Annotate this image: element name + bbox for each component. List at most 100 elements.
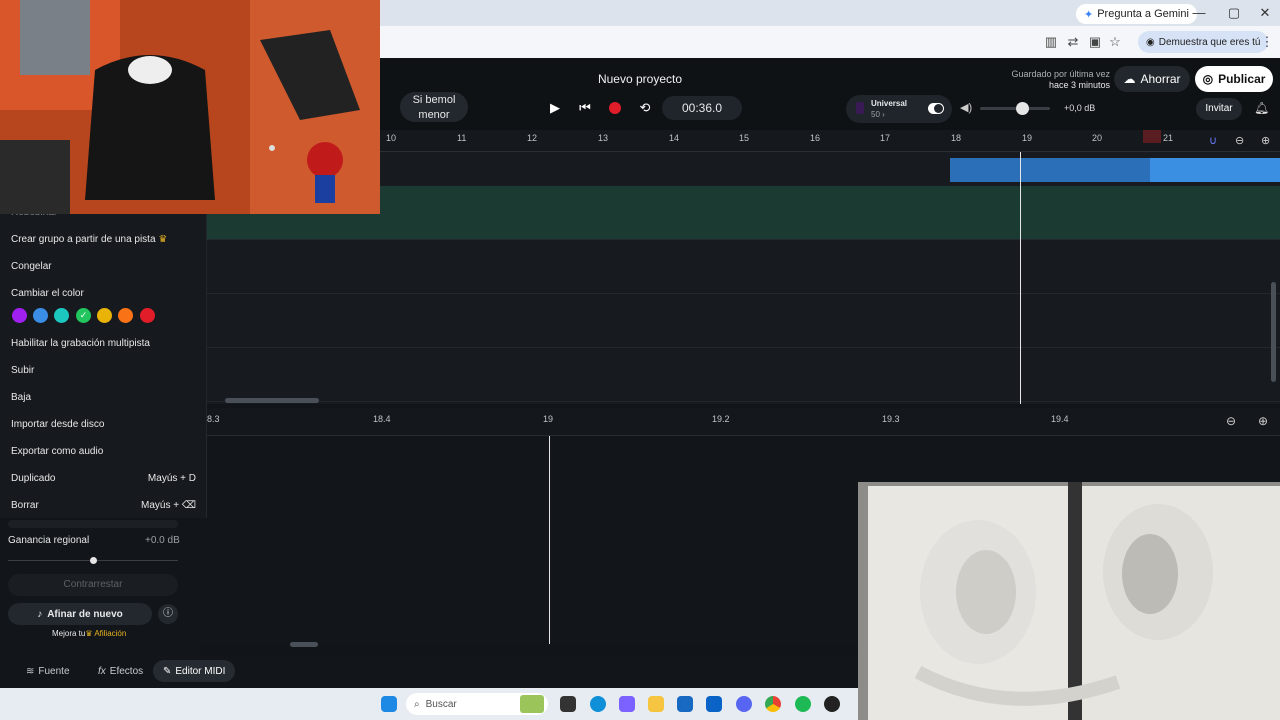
cast-icon[interactable]: ▣: [1086, 33, 1104, 51]
store-icon[interactable]: [677, 696, 693, 712]
horizontal-scrollbar[interactable]: [225, 398, 319, 403]
editor-playhead[interactable]: [549, 436, 550, 644]
reader-icon[interactable]: ▥: [1042, 33, 1060, 51]
menu-item-delete[interactable]: Borrar: [11, 500, 39, 511]
bookmark-star-icon[interactable]: ☆: [1106, 33, 1124, 51]
menu-item-duplicate[interactable]: Duplicado: [11, 473, 55, 484]
close-window-button[interactable]: ✕: [1250, 3, 1280, 23]
zoom-in-icon[interactable]: ⊕: [1261, 134, 1270, 147]
translate-icon[interactable]: ⇄: [1064, 33, 1082, 51]
color-swatch[interactable]: [97, 308, 112, 323]
audio-region[interactable]: [950, 158, 1150, 182]
color-swatch[interactable]: [118, 308, 133, 323]
editor-ruler[interactable]: 8.3 18.4 19 19.2 19.3 19.4 ⊖ ⊕: [207, 408, 1280, 436]
menu-item-change-color: Cambiar el color: [11, 288, 84, 299]
app-icon[interactable]: [824, 696, 840, 712]
invite-button[interactable]: Invitar: [1196, 98, 1242, 120]
affiliation-link[interactable]: Afiliación: [94, 629, 126, 638]
playhead[interactable]: [1020, 152, 1021, 404]
track-lane[interactable]: [207, 294, 1280, 348]
minimize-button[interactable]: —: [1184, 3, 1214, 23]
edge-icon[interactable]: [590, 696, 606, 712]
tab-midi-editor[interactable]: ✎ Editor MIDI: [153, 660, 236, 682]
gain-slider[interactable]: [8, 557, 178, 564]
gain-label: Ganancia regional: [8, 535, 90, 546]
record-button[interactable]: [604, 97, 626, 119]
track-lane[interactable]: [207, 240, 1280, 294]
discord-icon[interactable]: [736, 696, 752, 712]
chrome-icon[interactable]: [765, 696, 781, 712]
volume-slider[interactable]: [980, 102, 1050, 115]
zoom-in-icon[interactable]: ⊕: [1258, 414, 1268, 428]
crown-icon: ♛: [158, 234, 168, 245]
vertical-scrollbar[interactable]: [1271, 282, 1276, 382]
menu-item-export-audio[interactable]: Exportar como audio: [11, 446, 103, 457]
tab-effects[interactable]: fx Efectos: [88, 660, 153, 682]
color-swatch-selected[interactable]: ✓: [76, 308, 91, 323]
track-lane[interactable]: [207, 348, 1280, 402]
gemini-button[interactable]: ✦ Pregunta a Gemini: [1076, 4, 1197, 24]
fx-toggle[interactable]: [928, 103, 944, 114]
audio-region[interactable]: [1150, 158, 1280, 182]
ruler-tick: 19: [1022, 133, 1033, 143]
ruler-tick: 21: [1163, 133, 1174, 143]
ruler-tick: 12: [527, 133, 538, 143]
loop-icon[interactable]: ⟲: [634, 97, 656, 119]
search-icon: ⌕: [414, 698, 420, 710]
play-icon[interactable]: ▶: [544, 97, 566, 119]
menu-item-multitrack-recording[interactable]: Habilitar la grabación multipista: [11, 338, 150, 349]
copilot-icon[interactable]: [619, 696, 635, 712]
menu-item-create-group[interactable]: Crear grupo a partir de una pista ♛: [11, 234, 167, 245]
color-swatch[interactable]: [33, 308, 48, 323]
globe-icon: ◎: [1202, 72, 1214, 86]
source-icon: ≋: [26, 665, 35, 677]
zoom-out-icon[interactable]: ⊖: [1235, 134, 1244, 147]
shield-icon: ◉: [1146, 36, 1155, 48]
skip-start-icon[interactable]: ⏮: [574, 97, 596, 119]
ruler-tick: 17: [880, 133, 891, 143]
bell-icon[interactable]: 🔔︎: [1254, 101, 1269, 115]
retune-button[interactable]: ♪ Afinar de nuevo: [8, 603, 152, 625]
outlook-icon[interactable]: [706, 696, 722, 712]
file-explorer-icon[interactable]: [648, 696, 664, 712]
menu-item-move-down[interactable]: Baja: [11, 392, 31, 403]
magnet-icon[interactable]: ∪: [1209, 134, 1217, 147]
menu-item-freeze[interactable]: Congelar: [11, 261, 52, 272]
speaker-icon[interactable]: ◀): [960, 101, 972, 114]
ruler-tick: 18.4: [373, 414, 391, 424]
tune-icon: ♪: [37, 608, 43, 620]
taskbar-search[interactable]: ⌕ Buscar: [406, 693, 548, 715]
context-menu: Rebobinar Crear grupo a partir de una pi…: [0, 206, 207, 518]
save-button[interactable]: ☁ Ahorrar: [1114, 66, 1190, 92]
volume-readout: +0,0 dB: [1064, 103, 1096, 113]
editor-scrollbar[interactable]: [290, 642, 318, 647]
universal-fx-control[interactable]: Universal 50 ›: [846, 95, 952, 123]
verify-human-button[interactable]: ◉ Demuestra que eres tú: [1138, 31, 1269, 53]
color-swatch[interactable]: [54, 308, 69, 323]
more-menu-icon[interactable]: ⋮: [1258, 33, 1276, 51]
ruler-tick: 8.3: [207, 414, 220, 424]
zoom-out-icon[interactable]: ⊖: [1226, 414, 1236, 428]
tab-source[interactable]: ≋ Fuente: [16, 660, 80, 682]
ruler-tick: 11: [457, 133, 467, 143]
ruler-tick: 20: [1092, 133, 1103, 143]
counteract-button[interactable]: Contrarrestar: [8, 574, 178, 596]
task-view-icon[interactable]: [560, 696, 576, 712]
maximize-button[interactable]: ▢: [1219, 3, 1249, 23]
upgrade-text: Mejora tu♛ Afiliación: [52, 629, 127, 638]
start-icon[interactable]: [381, 696, 397, 712]
key-selector[interactable]: Si bemol menor: [400, 92, 468, 122]
loop-marker[interactable]: [1143, 130, 1161, 143]
menu-item-import-disk[interactable]: Importar desde disco: [11, 419, 104, 430]
ruler-tick: 13: [598, 133, 609, 143]
info-icon[interactable]: ⓘ: [158, 604, 178, 624]
fx-icon: fx: [98, 665, 106, 677]
color-swatch[interactable]: [140, 308, 155, 323]
ruler-tick: 18: [951, 133, 962, 143]
ruler-tick: 19.4: [1051, 414, 1069, 424]
menu-item-move-up[interactable]: Subir: [11, 365, 34, 376]
spotify-icon[interactable]: [795, 696, 811, 712]
color-swatch[interactable]: [12, 308, 27, 323]
panel-field[interactable]: [8, 520, 178, 528]
publish-button[interactable]: ◎ Publicar: [1195, 66, 1273, 92]
